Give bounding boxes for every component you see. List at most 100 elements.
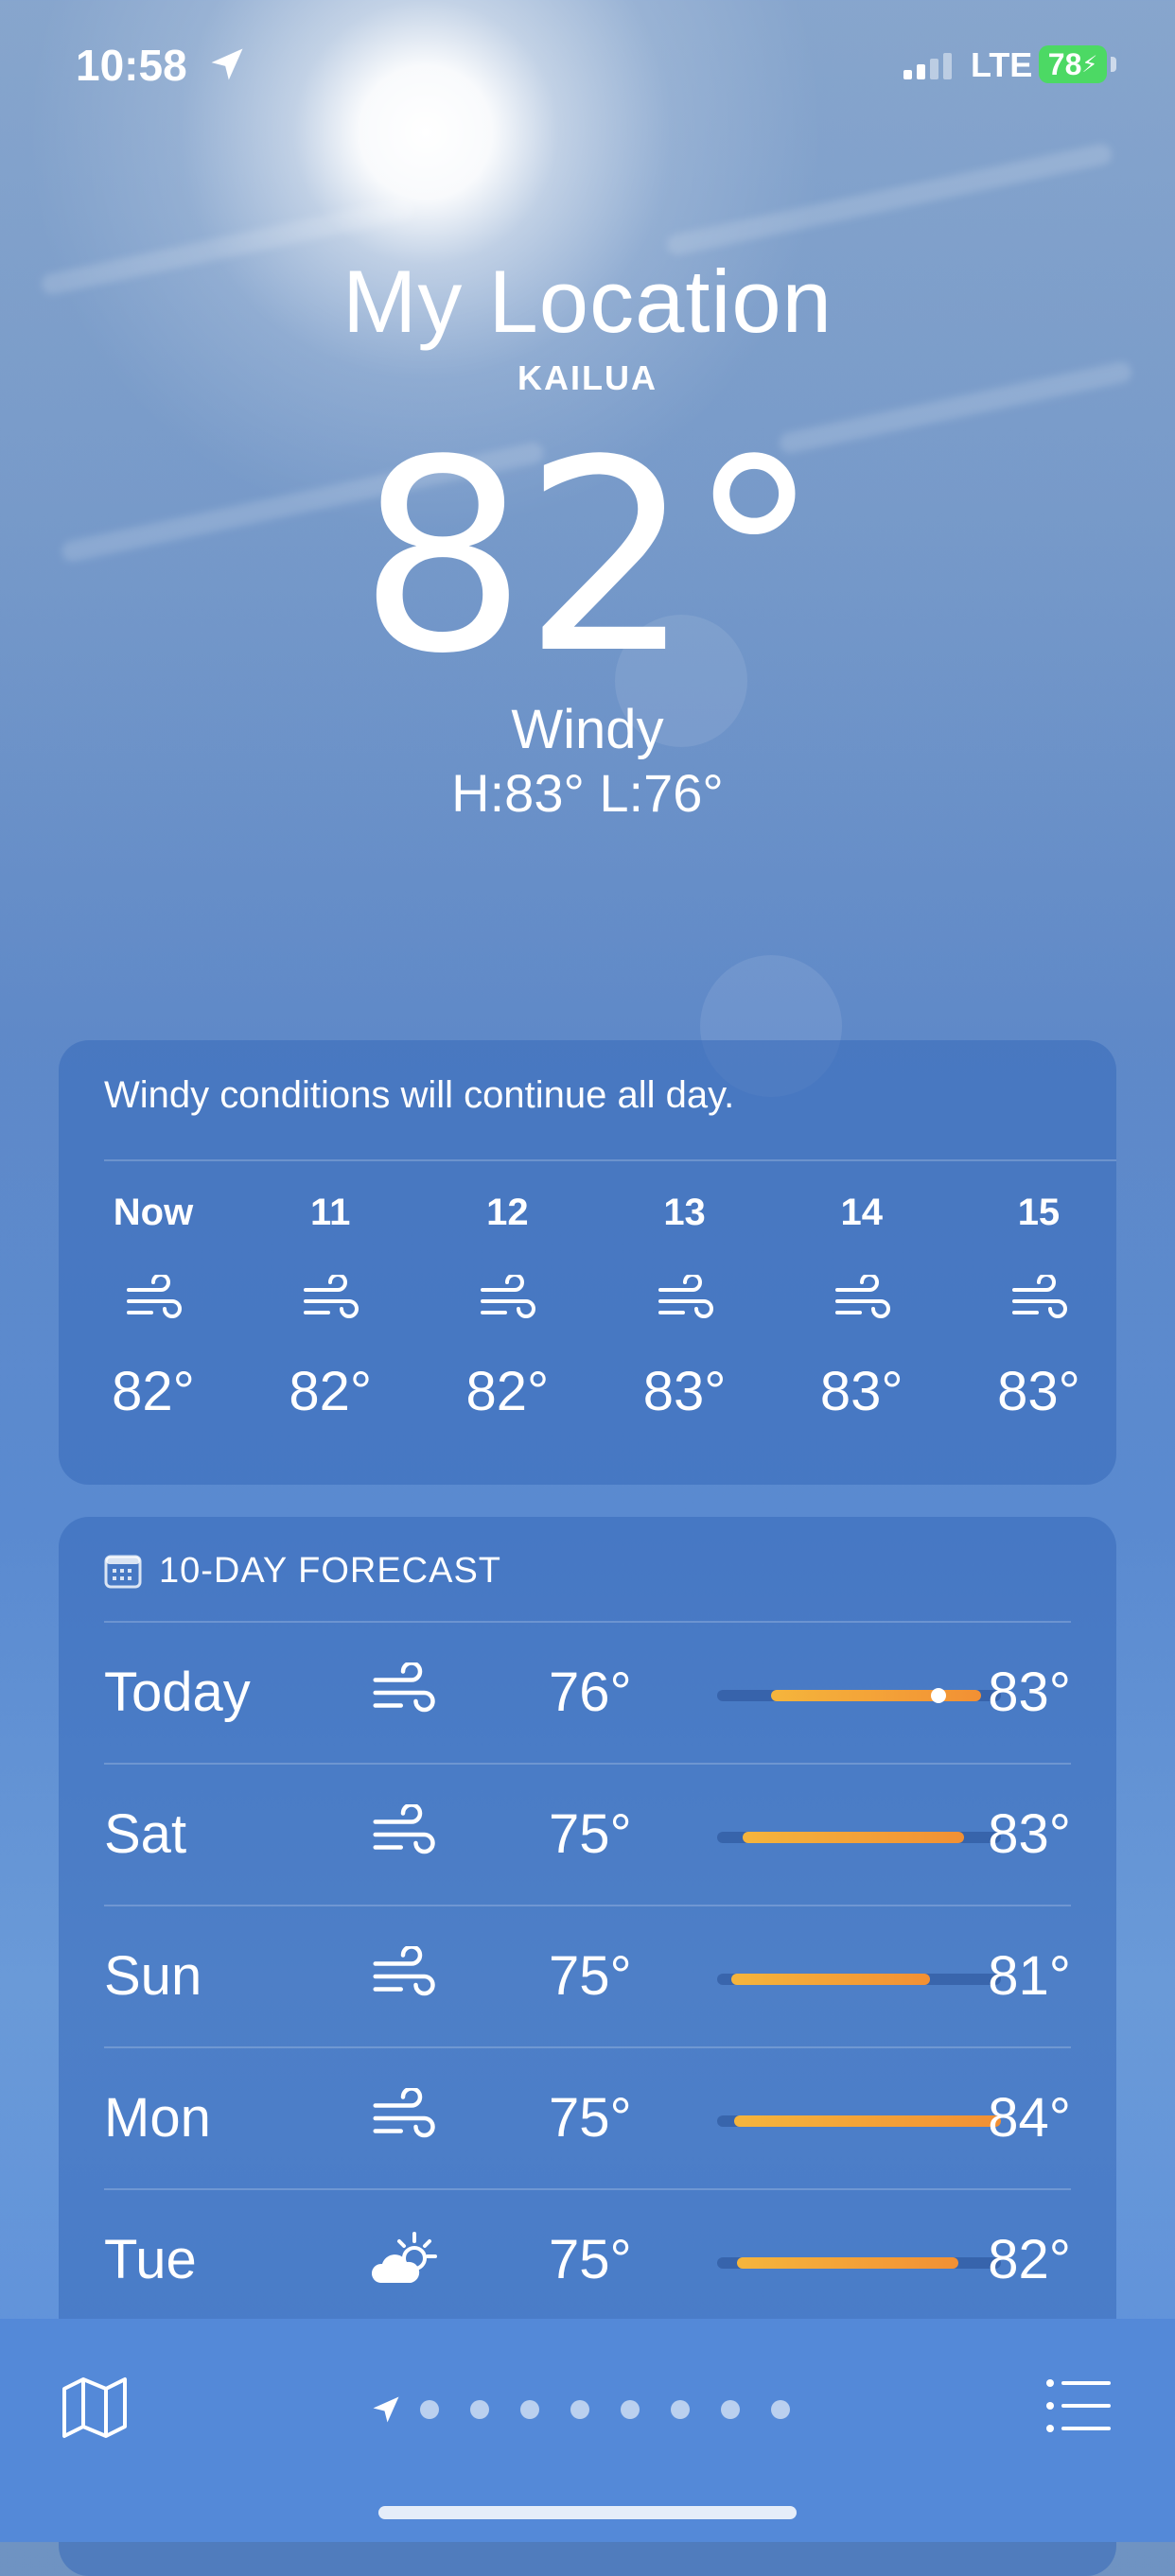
current-condition: Windy [511,699,664,760]
forecast-day: Tue [104,2229,197,2290]
forecast-high: 83° [988,1803,1071,1865]
network-type: LTE [971,45,1033,84]
forecast-high: 82° [988,2229,1071,2290]
current-location-icon[interactable] [369,2393,403,2427]
forecast-high: 81° [988,1945,1071,2007]
forecast-row[interactable]: Mon 75° 84° [104,2046,1071,2188]
page-dot[interactable] [570,2400,589,2419]
current-temp-dot [931,1688,946,1703]
card-divider [104,1159,1116,1161]
hour-item: 15 83° [990,1192,1088,1423]
hourly-summary: Windy conditions will continue all day. [104,1074,735,1116]
hour-temp: 82° [289,1361,373,1422]
forecast-low: 75° [549,1803,632,1865]
temperature-range-bar [717,1688,1001,1703]
temperature-range-fill [737,2257,958,2269]
page-dot[interactable] [671,2400,690,2419]
hour-temp: 83° [819,1361,903,1422]
forecast-row[interactable]: Sun 75° 81° [104,1905,1071,2046]
row-divider [104,1621,1071,1623]
wind-icon [658,1275,713,1318]
row-divider [104,2046,1071,2048]
wind-icon [373,1946,435,1996]
temperature-range-bar [717,2115,1001,2127]
map-icon[interactable] [61,2376,129,2440]
wind-icon [1011,1275,1067,1318]
hour-item: 11 82° [281,1192,379,1423]
hour-item: Now 82° [104,1192,202,1423]
wind-icon [127,1275,182,1318]
forecast-header: 10-DAY FORECAST [104,1551,501,1592]
temperature-range-fill [731,1974,930,1985]
forecast-day: Mon [104,2087,211,2149]
status-time: 10:58 [76,41,187,90]
current-temperature: 82° [358,404,820,712]
page-dot[interactable] [470,2400,489,2419]
battery-indicator: 78 ⚡ [1039,45,1107,83]
location-arrow-icon [211,48,243,80]
temperature-range-fill [771,1690,981,1701]
temperature-range-fill [734,2115,1001,2127]
forecast-low: 75° [549,2087,632,2149]
forecast-day: Sat [104,1803,187,1865]
forecast-low: 76° [549,1662,632,1723]
row-divider [104,2188,1071,2190]
forecast-row[interactable]: Sat 75° 83° [104,1763,1071,1905]
hour-item: 12 82° [458,1192,556,1423]
hour-item: 14 83° [813,1192,911,1423]
page-indicator[interactable] [369,2393,821,2427]
page-dot[interactable] [420,2400,439,2419]
hour-item: 13 83° [636,1192,734,1423]
forecast-title: 10-DAY FORECAST [159,1551,502,1591]
wind-icon [373,1804,435,1854]
wind-icon [304,1275,360,1318]
forecast-high: 83° [988,1662,1071,1723]
forecast-low: 75° [549,1945,632,2007]
forecast-high: 84° [988,2087,1071,2149]
temperature-range-fill [743,1832,964,1843]
hourly-list[interactable]: Now 82° 11 82° 12 82° 13 83° 14 83° 15 8… [104,1192,1088,1423]
high-low: H:83° L:76° [451,763,724,823]
hour-label: 14 [840,1192,884,1233]
wind-icon [834,1275,890,1318]
charging-bolt-icon: ⚡ [1081,51,1098,78]
hour-temp: 83° [642,1361,727,1422]
hour-label: 12 [486,1192,529,1233]
location-title: My Location [342,252,833,351]
temperature-range-bar [717,2257,1001,2269]
temperature-range-bar [717,1974,1001,1985]
location-subtitle: KAILUA [517,358,658,397]
row-divider [104,1763,1071,1765]
calendar-icon [104,1555,142,1588]
battery-cap [1111,57,1116,72]
wind-icon [373,2088,435,2138]
page-dot[interactable] [721,2400,740,2419]
hourly-forecast-card[interactable]: Windy conditions will continue all day. … [59,1040,1116,1485]
hour-temp: 82° [465,1361,550,1422]
hour-label: 15 [1017,1192,1061,1233]
forecast-day: Sun [104,1945,202,2007]
forecast-row[interactable]: Tue 75° 82° [104,2188,1071,2330]
cellular-signal-icon [903,53,952,79]
temperature-range-bar [717,1832,1001,1843]
status-bar: 10:58 LTE 78 ⚡ [0,38,1175,95]
page-dot[interactable] [771,2400,790,2419]
hour-label: 13 [663,1192,706,1233]
battery-level: 78 [1047,46,1082,81]
forecast-row[interactable]: Today 76° 83° [104,1621,1071,1763]
hour-label: 11 [310,1192,351,1233]
forecast-low: 75° [549,2229,632,2290]
list-icon[interactable] [1044,2376,1113,2436]
hour-temp: 82° [112,1361,195,1422]
page-dot[interactable] [520,2400,539,2419]
forecast-day: Today [104,1662,251,1723]
hour-temp: 83° [997,1361,1080,1422]
hour-label: Now [113,1192,194,1233]
location-header: My Location KAILUA [0,251,1175,398]
row-divider [104,1905,1071,1906]
partly-cloudy-icon [371,2232,437,2283]
page-dot[interactable] [621,2400,640,2419]
wind-icon [481,1275,536,1318]
wind-icon [373,1662,435,1713]
home-indicator[interactable] [378,2506,797,2519]
